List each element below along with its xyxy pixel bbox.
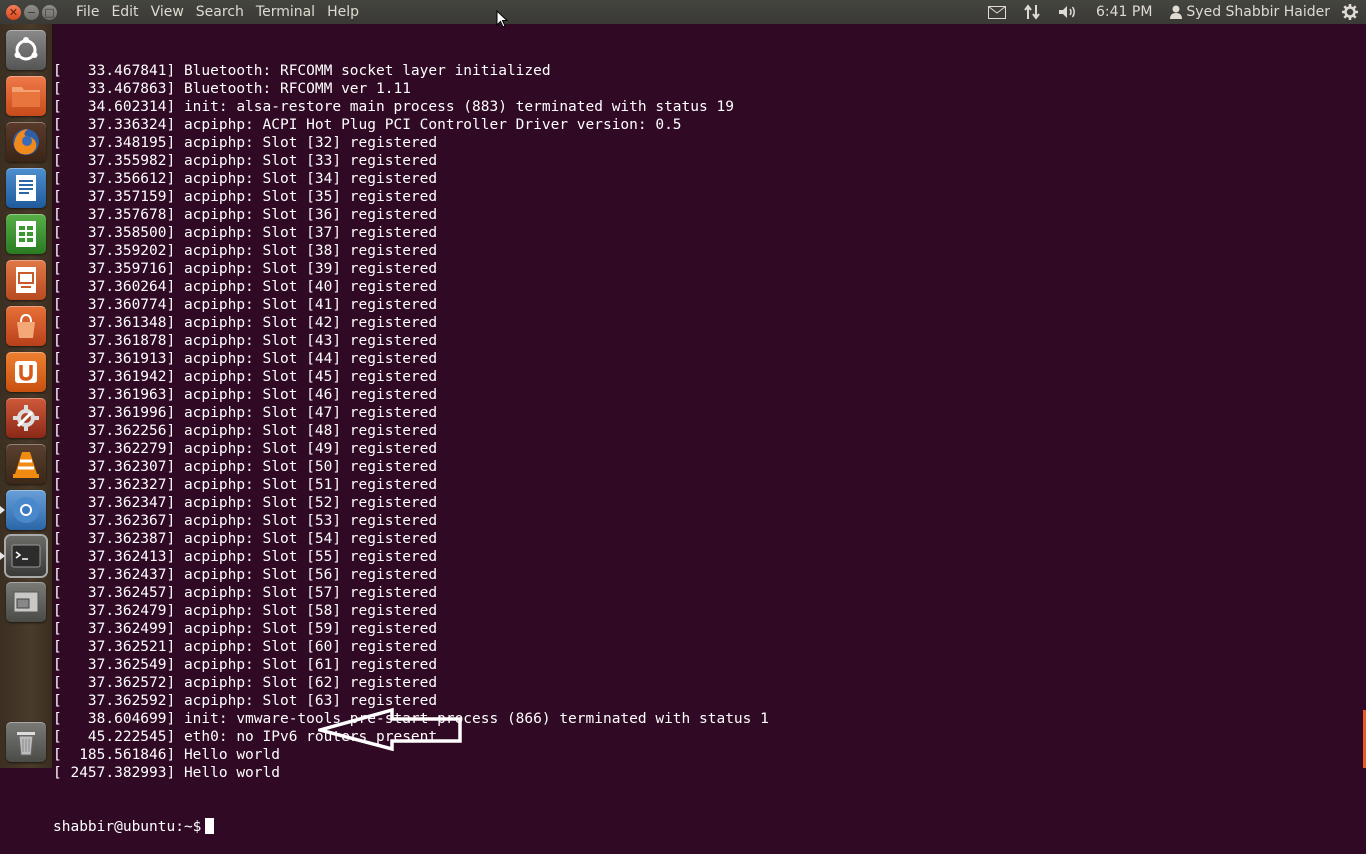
indicator-area: 6:41 PM Syed Shabbir Haider (979, 0, 1366, 24)
terminal-line: [ 37.361963] acpiphp: Slot [46] register… (53, 387, 438, 403)
dash-home-icon[interactable] (6, 30, 46, 70)
terminal-line: [ 37.348195] acpiphp: Slot [32] register… (53, 135, 438, 151)
chromium-running-indicator (0, 506, 5, 514)
terminal-line: [ 37.336324] acpiphp: ACPI Hot Plug PCI … (53, 117, 682, 133)
terminal-line: [ 37.362437] acpiphp: Slot [56] register… (53, 567, 438, 583)
menu-bar: File Edit View Search Terminal Help (70, 4, 365, 20)
terminal-line: [ 38.604699] init: vmware-tools pre-star… (53, 711, 769, 727)
terminal-line: [ 37.361878] acpiphp: Slot [43] register… (53, 333, 438, 349)
menu-terminal[interactable]: Terminal (250, 4, 321, 20)
shell-prompt: shabbir@ubuntu:~$ (53, 819, 202, 835)
terminal-running-indicator (0, 552, 5, 560)
terminal-line: [ 2457.382993] Hello world (53, 765, 280, 781)
terminal-line: [ 37.362413] acpiphp: Slot [55] register… (53, 549, 438, 565)
terminal-line: [ 37.360774] acpiphp: Slot [41] register… (53, 297, 438, 313)
clock[interactable]: 6:41 PM (1096, 4, 1152, 20)
close-window-button[interactable]: ✕ (6, 4, 21, 20)
user-menu[interactable]: Syed Shabbir Haider (1170, 4, 1330, 20)
terminal-line: [ 37.362307] acpiphp: Slot [50] register… (53, 459, 438, 475)
firefox-icon[interactable] (6, 122, 46, 162)
launcher (0, 24, 53, 768)
terminal-line: [ 34.602314] init: alsa-restore main pro… (53, 99, 734, 115)
terminal-line: [ 37.362367] acpiphp: Slot [53] register… (53, 513, 438, 529)
network-icon[interactable] (1024, 4, 1040, 20)
terminal-line: [ 37.362457] acpiphp: Slot [57] register… (53, 585, 438, 601)
terminal-line: [ 37.362592] acpiphp: Slot [63] register… (53, 693, 438, 709)
maximize-window-button[interactable]: □ (42, 4, 57, 20)
files-icon[interactable] (6, 76, 46, 116)
volume-icon[interactable] (1058, 5, 1078, 19)
terminal-line: [ 37.356612] acpiphp: Slot [34] register… (53, 171, 438, 187)
minimize-window-button[interactable]: − (24, 4, 39, 20)
terminal-line: [ 37.357678] acpiphp: Slot [36] register… (53, 207, 438, 223)
terminal-line: [ 37.361913] acpiphp: Slot [44] register… (53, 351, 438, 367)
writer-icon[interactable] (6, 168, 46, 208)
terminal-lines: [ 33.467841] Bluetooth: RFCOMM socket la… (53, 62, 1366, 782)
menu-search[interactable]: Search (190, 4, 250, 20)
annotation-arrow-icon (318, 707, 462, 751)
messaging-menu-icon[interactable] (987, 5, 1006, 19)
terminal-line: [ 37.358500] acpiphp: Slot [37] register… (53, 225, 438, 241)
system-settings-icon[interactable] (6, 398, 46, 438)
terminal-line: [ 37.362327] acpiphp: Slot [51] register… (53, 477, 438, 493)
calc-icon[interactable] (6, 214, 46, 254)
terminal-line: [ 37.361996] acpiphp: Slot [47] register… (53, 405, 438, 421)
terminal-line: [ 37.362549] acpiphp: Slot [61] register… (53, 657, 438, 673)
menu-edit[interactable]: Edit (105, 4, 144, 20)
terminal-line: [ 37.362572] acpiphp: Slot [62] register… (53, 675, 438, 691)
mouse-pointer-icon (496, 10, 508, 28)
terminal-line: [ 37.362521] acpiphp: Slot [60] register… (53, 639, 438, 655)
prompt-line[interactable]: shabbir@ubuntu:~$ (53, 818, 1366, 836)
terminal-line: [ 37.355982] acpiphp: Slot [33] register… (53, 153, 438, 169)
text-cursor (205, 818, 215, 834)
top-panel: ✕ − □ File Edit View Search Terminal Hel… (0, 0, 1366, 24)
terminal-line: [ 37.362256] acpiphp: Slot [48] register… (53, 423, 438, 439)
terminal-line: [ 37.361942] acpiphp: Slot [45] register… (53, 369, 438, 385)
user-name: Syed Shabbir Haider (1186, 4, 1330, 20)
terminal-line: [ 37.362479] acpiphp: Slot [58] register… (53, 603, 438, 619)
terminal-line: [ 37.362347] acpiphp: Slot [52] register… (53, 495, 438, 511)
terminal-line: [ 37.362279] acpiphp: Slot [49] register… (53, 441, 438, 457)
terminal-line: [ 37.357159] acpiphp: Slot [35] register… (53, 189, 438, 205)
terminal-line: [ 37.360264] acpiphp: Slot [40] register… (53, 279, 438, 295)
trash-icon[interactable] (6, 722, 46, 762)
terminal-line: [ 185.561846] Hello world (53, 747, 280, 763)
terminal-line: [ 33.467841] Bluetooth: RFCOMM socket la… (53, 63, 551, 79)
terminal-output[interactable]: [ 33.467841] Bluetooth: RFCOMM socket la… (53, 26, 1366, 835)
terminal-line: [ 37.361348] acpiphp: Slot [42] register… (53, 315, 438, 331)
terminal-line: [ 37.359202] acpiphp: Slot [38] register… (53, 243, 438, 259)
chromium-icon[interactable] (6, 490, 46, 530)
impress-icon[interactable] (6, 260, 46, 300)
terminal-line: [ 37.359716] acpiphp: Slot [39] register… (53, 261, 438, 277)
session-gear-icon[interactable] (1342, 4, 1358, 20)
vlc-icon[interactable] (6, 444, 46, 484)
workspaces-icon[interactable] (6, 582, 46, 622)
user-icon (1170, 5, 1183, 19)
window-controls: ✕ − □ (6, 4, 57, 20)
terminal-line: [ 45.222545] eth0: no IPv6 routers prese… (53, 729, 438, 745)
terminal-line: [ 37.362387] acpiphp: Slot [54] register… (53, 531, 438, 547)
menu-view[interactable]: View (145, 4, 190, 20)
ubuntu-one-icon[interactable] (6, 352, 46, 392)
menu-help[interactable]: Help (321, 4, 365, 20)
software-center-icon[interactable] (6, 306, 46, 346)
menu-file[interactable]: File (70, 4, 105, 20)
terminal-icon[interactable] (6, 536, 46, 576)
terminal-line: [ 33.467863] Bluetooth: RFCOMM ver 1.11 (53, 81, 411, 97)
terminal-line: [ 37.362499] acpiphp: Slot [59] register… (53, 621, 438, 637)
